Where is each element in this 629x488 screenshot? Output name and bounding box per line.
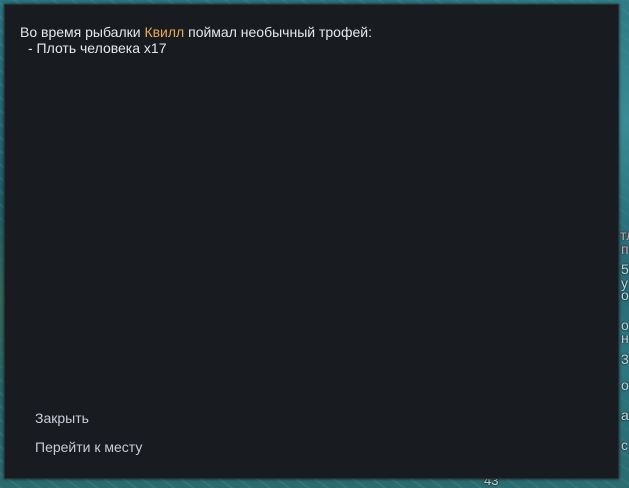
map-label-fragment: с xyxy=(621,437,628,453)
map-label-fragment: а xyxy=(621,407,629,423)
message-text-after: поймал необычный трофей: xyxy=(184,24,372,40)
actor-name: Квилл xyxy=(144,24,185,40)
map-label-fragment: о xyxy=(621,287,629,303)
close-button[interactable]: Закрыть xyxy=(35,410,89,426)
trophy-item-line: - Плоть человека x17 xyxy=(28,40,167,56)
map-label-fragment: о xyxy=(621,377,629,393)
message-text-before: Во время рыбалки xyxy=(20,24,145,40)
map-label-fragment: тл xyxy=(620,227,629,243)
trophy-message: Во время рыбалки Квилл поймал необычный … xyxy=(20,24,372,40)
game-screen: тл п 5 у о о н 3 о а с 43 Во время рыбал… xyxy=(0,0,629,488)
go-to-location-button[interactable]: Перейти к месту xyxy=(35,439,142,455)
map-label-fragment: п xyxy=(621,241,629,257)
map-label-fragment: 5 xyxy=(621,261,629,277)
fishing-trophy-dialog: Во время рыбалки Квилл поймал необычный … xyxy=(4,4,619,479)
map-label-fragment: 3 xyxy=(621,351,629,367)
map-label-fragment: н xyxy=(621,330,629,346)
